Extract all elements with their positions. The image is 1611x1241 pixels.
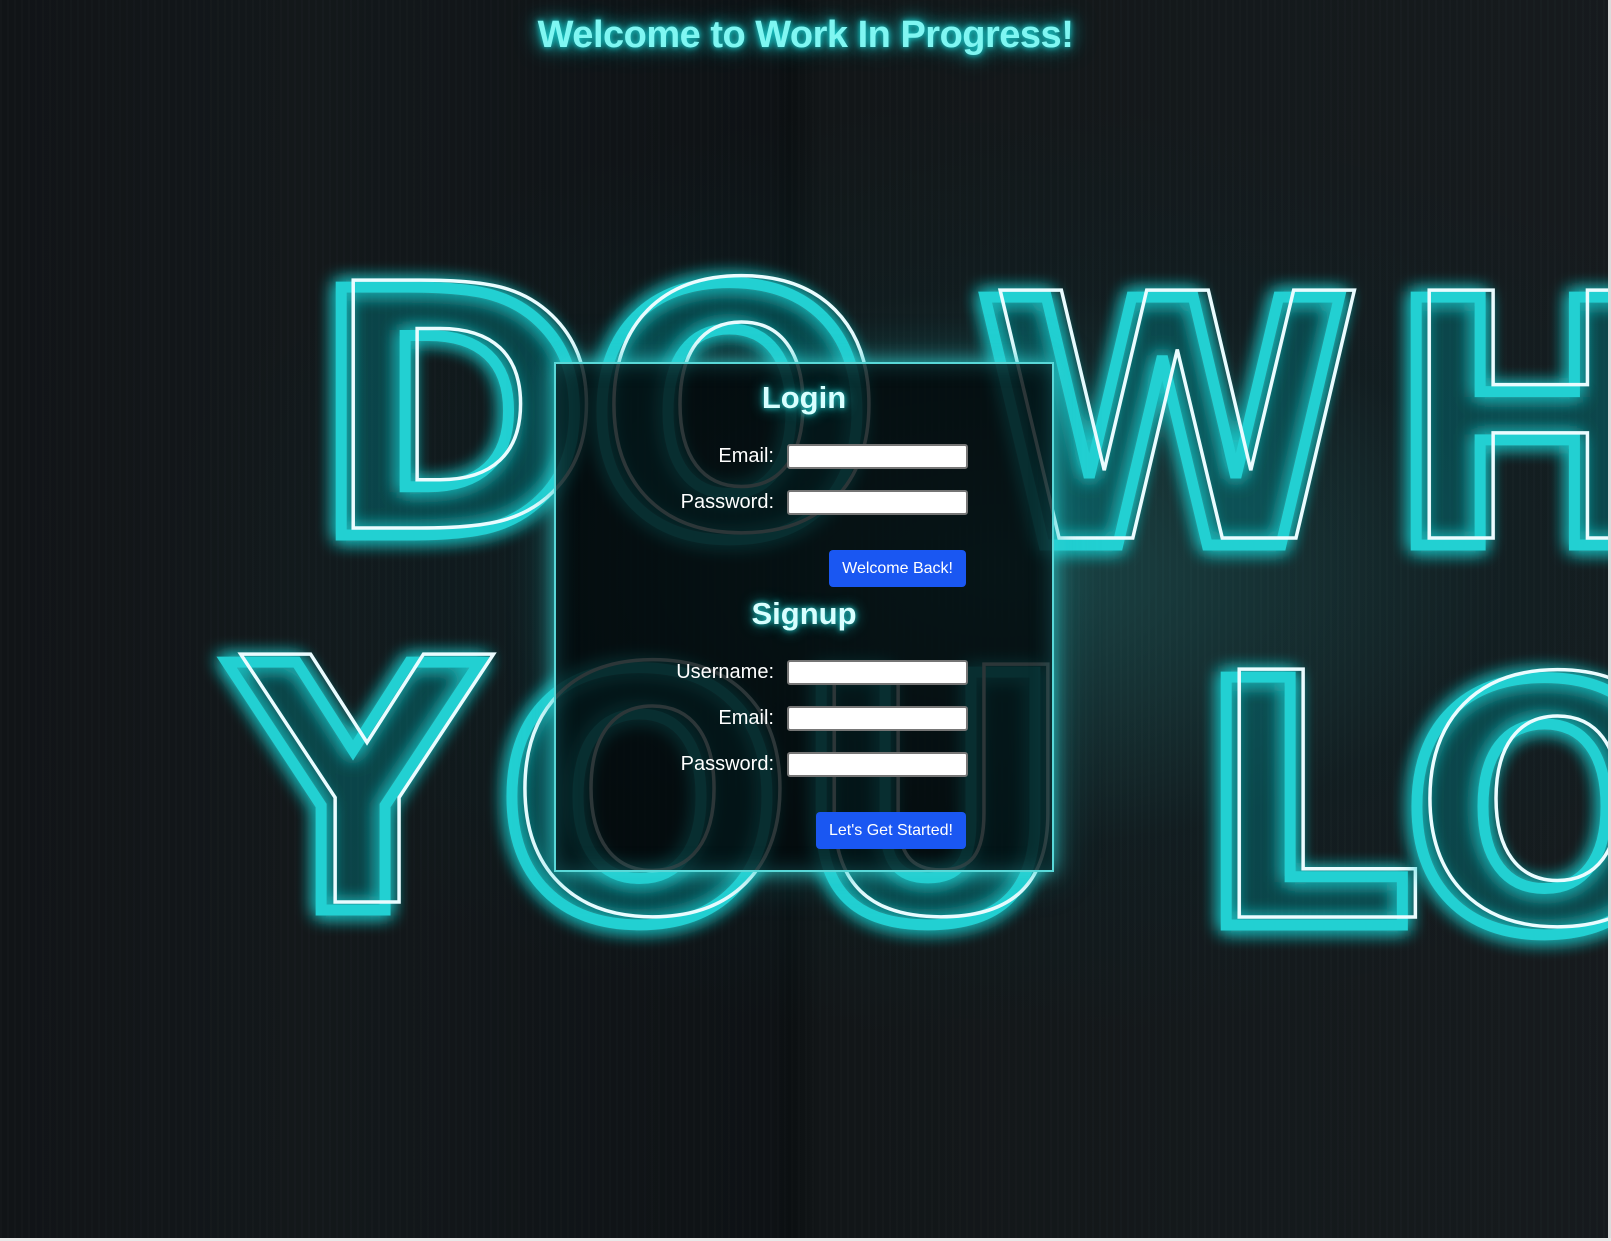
page-background: D D O O W W H H Y Y O O U U L L O O Welc… [0,0,1611,1241]
signup-submit-button[interactable]: Let's Get Started! [815,812,966,849]
login-submit-button[interactable]: Welcome Back! [829,550,966,587]
signup-heading: Signup [751,596,857,631]
page-title: Welcome to Work In Progress! [537,14,1074,56]
auth-panel: Login Email: Password: Welcome Back! Sig… [554,362,1054,872]
login-heading: Login [761,380,847,415]
login-email-input[interactable] [787,444,968,469]
signup-password-label: Password: [680,753,774,775]
login-password-input[interactable] [787,490,968,515]
neon-letter-core: L [1208,602,1425,998]
neon-letter-core: H [1398,223,1611,619]
neon-letter-core: O [1413,607,1611,1003]
signup-username-input[interactable] [787,660,968,685]
signup-username-label: Username: [676,661,774,683]
login-password-label: Password: [680,491,774,513]
signup-email-label: Email: [718,707,774,729]
neon-letter-core: Y [239,587,494,983]
signup-email-input[interactable] [787,706,968,731]
signup-password-input[interactable] [787,752,968,777]
login-email-label: Email: [718,445,774,467]
